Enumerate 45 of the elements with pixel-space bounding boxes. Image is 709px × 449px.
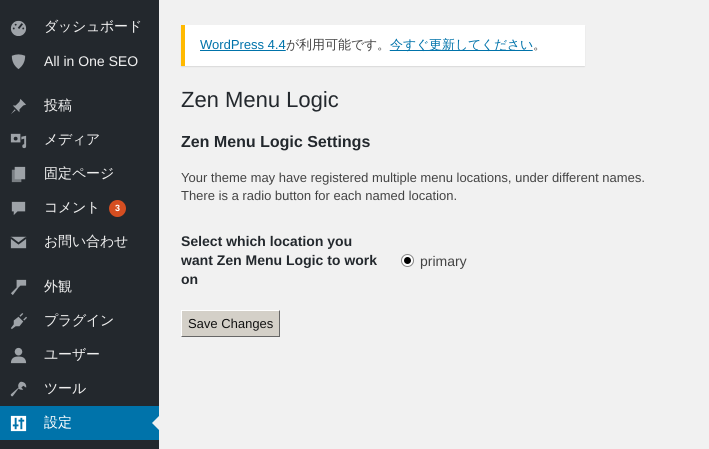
menu-item[interactable]: コメント 3: [0, 191, 159, 225]
description-text: Your theme may have registered multiple menu locations, under different names. There is a radio button for each named location.: [181, 169, 646, 205]
menu-item[interactable]: 固定ページ: [0, 157, 159, 191]
menu-item[interactable]: 外観: [0, 270, 159, 304]
menu-label: 投稿: [44, 97, 72, 115]
menu-label: All in One SEO: [44, 53, 138, 69]
menu-item[interactable]: お問い合わせ: [0, 225, 159, 259]
field-label: Select which location you want Zen Menu Logic to work on: [181, 232, 378, 289]
page-title: Zen Menu Logic: [181, 87, 340, 113]
menu-item[interactable]: プラグイン: [0, 304, 159, 338]
menu-item[interactable]: 設定: [0, 406, 159, 440]
menu-label: 外観: [44, 278, 72, 296]
menu-label: 固定ページ: [44, 165, 114, 183]
current-pointer-icon: [152, 416, 159, 430]
menu-label: コメント: [44, 199, 100, 217]
pages-icon: [9, 164, 28, 184]
menu-label: ダッシュボード: [44, 18, 142, 36]
radio-button[interactable]: [401, 254, 414, 267]
menu-item[interactable]: All in One SEO: [0, 44, 159, 78]
menu-item[interactable]: ツール: [0, 372, 159, 406]
notice-link[interactable]: WordPress 4.4: [200, 37, 286, 52]
section-title: Zen Menu Logic Settings: [181, 134, 372, 152]
menu-item[interactable]: メディア: [0, 123, 159, 157]
shield-icon: [9, 52, 28, 70]
save-button[interactable]: Save Changes: [181, 310, 280, 337]
menu-label: メディア: [44, 131, 100, 149]
menu-label: プラグイン: [44, 312, 114, 330]
menu-label: ツール: [44, 380, 86, 398]
settings-icon: [9, 414, 28, 432]
wrench-icon: [9, 380, 28, 398]
menu-label: ユーザー: [44, 346, 100, 364]
menu-item[interactable]: 投稿: [0, 89, 159, 123]
user-icon: [9, 346, 28, 364]
menu-label: 設定: [44, 414, 72, 432]
notice-text: が利用可能です。: [286, 37, 390, 52]
pin-icon: [9, 96, 28, 116]
notice-text: 。: [532, 37, 546, 52]
notice-link[interactable]: 今すぐ更新してください: [390, 37, 533, 52]
menu-label: お問い合わせ: [44, 233, 128, 251]
menu-item[interactable]: ダッシュボード: [0, 10, 159, 44]
menu-item[interactable]: ユーザー: [0, 338, 159, 372]
brush-icon: [9, 278, 28, 296]
count-badge: 3: [109, 200, 126, 216]
plug-icon: [9, 312, 28, 330]
option-label: primary: [420, 252, 467, 268]
